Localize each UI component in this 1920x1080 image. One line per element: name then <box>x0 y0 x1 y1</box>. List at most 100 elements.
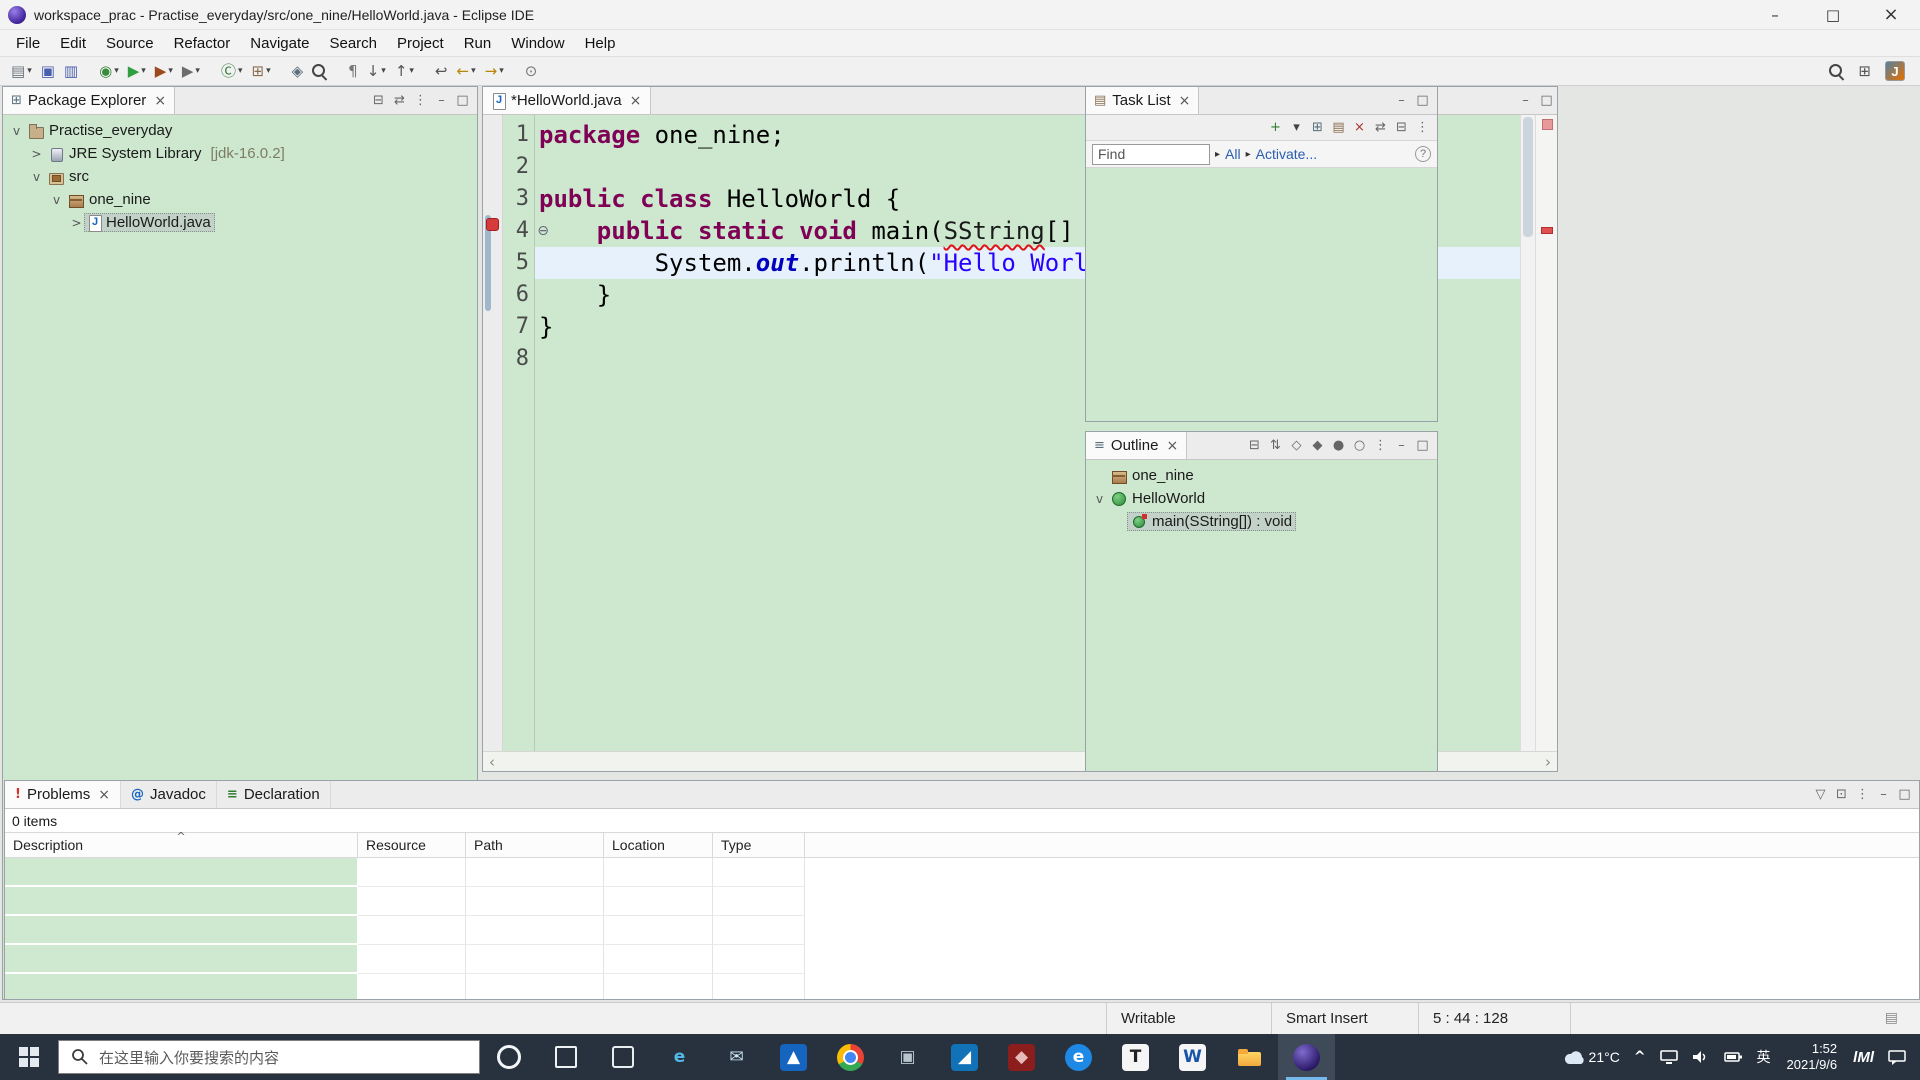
minimize-panel-icon[interactable]: – <box>1391 93 1412 108</box>
hide-static-members-icon[interactable]: ◆ <box>1307 438 1328 453</box>
location-column-header[interactable]: Location <box>604 833 713 857</box>
external-tools-button[interactable]: ▶▾ <box>179 59 203 83</box>
maximize-panel-icon[interactable]: □ <box>452 93 473 108</box>
chevron-collapsed-icon[interactable]: > <box>69 216 84 230</box>
minimize-panel-icon[interactable]: – <box>1391 438 1412 453</box>
save-all-button[interactable]: ▥ <box>61 59 81 83</box>
line-number[interactable]: 4⊖ <box>503 215 534 247</box>
fold-collapse-icon[interactable]: ⊖ <box>537 215 549 247</box>
chevron-expanded-icon[interactable]: v <box>29 170 44 184</box>
tab-javadoc[interactable]: @Javadoc <box>121 781 217 808</box>
taskbar-search-box[interactable]: 在这里输入你要搜索的内容 <box>58 1040 480 1074</box>
start-button[interactable] <box>0 1034 58 1080</box>
view-menu-icon[interactable]: ⋮ <box>1852 787 1873 802</box>
editor-tab-helloworld[interactable]: *HelloWorld.java × <box>483 87 651 114</box>
overview-ruler[interactable] <box>1535 115 1557 751</box>
categorized-icon[interactable]: ⊞ <box>1307 120 1328 135</box>
menu-item-edit[interactable]: Edit <box>50 30 96 56</box>
hide-fields-icon[interactable]: ◇ <box>1286 438 1307 453</box>
previous-annotation-button[interactable]: ↑▾ <box>392 59 417 83</box>
network-button[interactable] <box>1653 1034 1685 1080</box>
description-column-header[interactable]: Description^ <box>5 833 358 857</box>
view-menu-icon[interactable]: ⋮ <box>1370 438 1391 453</box>
line-number[interactable]: 6 <box>503 279 534 311</box>
menu-item-file[interactable]: File <box>6 30 50 56</box>
forward-button[interactable]: →▾ <box>482 59 507 83</box>
line-number[interactable]: 7 <box>503 311 534 343</box>
outline-item-main-sstring-void[interactable]: main(SString[]) : void <box>1086 510 1437 533</box>
outline-item-one-nine[interactable]: one_nine <box>1086 464 1437 487</box>
mark-occurrences-button[interactable]: ¶ <box>345 59 361 83</box>
chevron-collapsed-icon[interactable]: > <box>29 147 44 161</box>
volume-button[interactable] <box>1685 1034 1717 1080</box>
taskbar-app-store[interactable] <box>594 1034 651 1080</box>
tab-declaration[interactable]: ≡Declaration <box>217 781 331 808</box>
help-icon[interactable]: ? <box>1415 146 1431 162</box>
pkg-tree-item-practise-everyday[interactable]: vPractise_everyday <box>3 119 477 142</box>
taskbar-app-task-view[interactable] <box>537 1034 594 1080</box>
link-with-editor-icon[interactable]: ⇄ <box>1370 120 1391 135</box>
close-button[interactable]: × <box>1862 0 1920 29</box>
minimize-view-icon[interactable]: – <box>1515 93 1536 108</box>
pkg-tree-item-jre-system-library[interactable]: >JRE System Library[jdk-16.0.2] <box>3 142 477 165</box>
new-java-class-button[interactable]: Ⓒ▾ <box>218 59 246 83</box>
close-tab-icon[interactable]: × <box>1166 438 1178 454</box>
path-column-header[interactable]: Path <box>466 833 604 857</box>
search-button[interactable] <box>309 59 330 83</box>
taskbar-app-browser-sphere[interactable]: e <box>1050 1034 1107 1080</box>
close-tab-icon[interactable]: × <box>1179 93 1191 109</box>
minimize-panel-icon[interactable]: – <box>1873 787 1894 802</box>
run-button[interactable]: ▶▾ <box>125 59 149 83</box>
collapse-all-icon[interactable]: ⊟ <box>1391 120 1412 135</box>
maximize-panel-icon[interactable]: □ <box>1412 438 1433 453</box>
resource-column-header[interactable]: Resource <box>358 833 466 857</box>
last-edit-location-button[interactable]: ↩ <box>432 59 451 83</box>
menu-item-navigate[interactable]: Navigate <box>240 30 319 56</box>
line-number-gutter[interactable]: 1234⊖5678 <box>503 115 535 751</box>
scroll-right-icon[interactable]: › <box>1545 753 1551 771</box>
pkg-tree-item-helloworld-java[interactable]: >HelloWorld.java <box>3 211 477 234</box>
maximize-panel-icon[interactable]: □ <box>1894 787 1915 802</box>
line-number[interactable]: 8 <box>503 343 534 375</box>
close-editor-tab-icon[interactable]: × <box>630 93 642 109</box>
taskbar-app-edge[interactable]: e <box>651 1034 708 1080</box>
outline-tab[interactable]: ≡ Outline × <box>1086 432 1187 459</box>
taskbar-app-typora[interactable]: T <box>1107 1034 1164 1080</box>
maximize-button[interactable]: □ <box>1804 0 1862 29</box>
task-list-tab[interactable]: ▤ Task List × <box>1086 87 1199 114</box>
link-with-editor-icon[interactable]: ⇄ <box>389 93 410 108</box>
next-annotation-button[interactable]: ↓▾ <box>364 59 389 83</box>
taskbar-app-cortana[interactable] <box>480 1034 537 1080</box>
save-button[interactable]: ▣ <box>38 59 58 83</box>
ime-logo-button[interactable]: lMl <box>1846 1034 1881 1080</box>
menu-item-run[interactable]: Run <box>454 30 502 56</box>
taskbar-app-chrome[interactable] <box>822 1034 879 1080</box>
maximize-panel-icon[interactable]: □ <box>1412 93 1433 108</box>
menu-item-source[interactable]: Source <box>96 30 164 56</box>
package-explorer-tab[interactable]: ⊞ Package Explorer × <box>3 87 175 114</box>
editor-marker-bar[interactable] <box>483 115 503 751</box>
line-number[interactable]: 3 <box>503 183 534 215</box>
collapse-all-icon[interactable]: ⊟ <box>1244 438 1265 453</box>
line-number[interactable]: 2 <box>503 151 534 183</box>
collapse-all-icon[interactable]: ⊟ <box>368 93 389 108</box>
taskbar-app-eclipse[interactable] <box>1278 1034 1335 1080</box>
pin-editor-button[interactable]: ⊙ <box>522 59 541 83</box>
focus-icon[interactable]: ⊡ <box>1831 787 1852 802</box>
vertical-scrollbar[interactable] <box>1520 115 1535 751</box>
error-marker-icon[interactable] <box>486 218 499 231</box>
coverage-button[interactable]: ▶▾ <box>152 59 176 83</box>
toolbar-search-button[interactable] <box>1826 59 1847 83</box>
hide-local-types-icon[interactable]: ○ <box>1349 438 1370 453</box>
action-center-button[interactable] <box>1881 1034 1913 1080</box>
menu-item-help[interactable]: Help <box>575 30 626 56</box>
chevron-expanded-icon[interactable]: v <box>49 193 64 207</box>
close-tab-icon[interactable]: × <box>98 787 110 803</box>
maximize-view-icon[interactable]: □ <box>1536 93 1557 108</box>
debug-button[interactable]: ◉▾ <box>96 59 122 83</box>
hide-non-public-icon[interactable]: ● <box>1328 438 1349 453</box>
filter-icon[interactable]: ▽ <box>1810 787 1831 802</box>
task-find-input[interactable] <box>1092 144 1210 165</box>
hidden-icons-button[interactable]: ^ <box>1627 1034 1653 1080</box>
filter-icon[interactable]: × <box>1349 120 1370 135</box>
